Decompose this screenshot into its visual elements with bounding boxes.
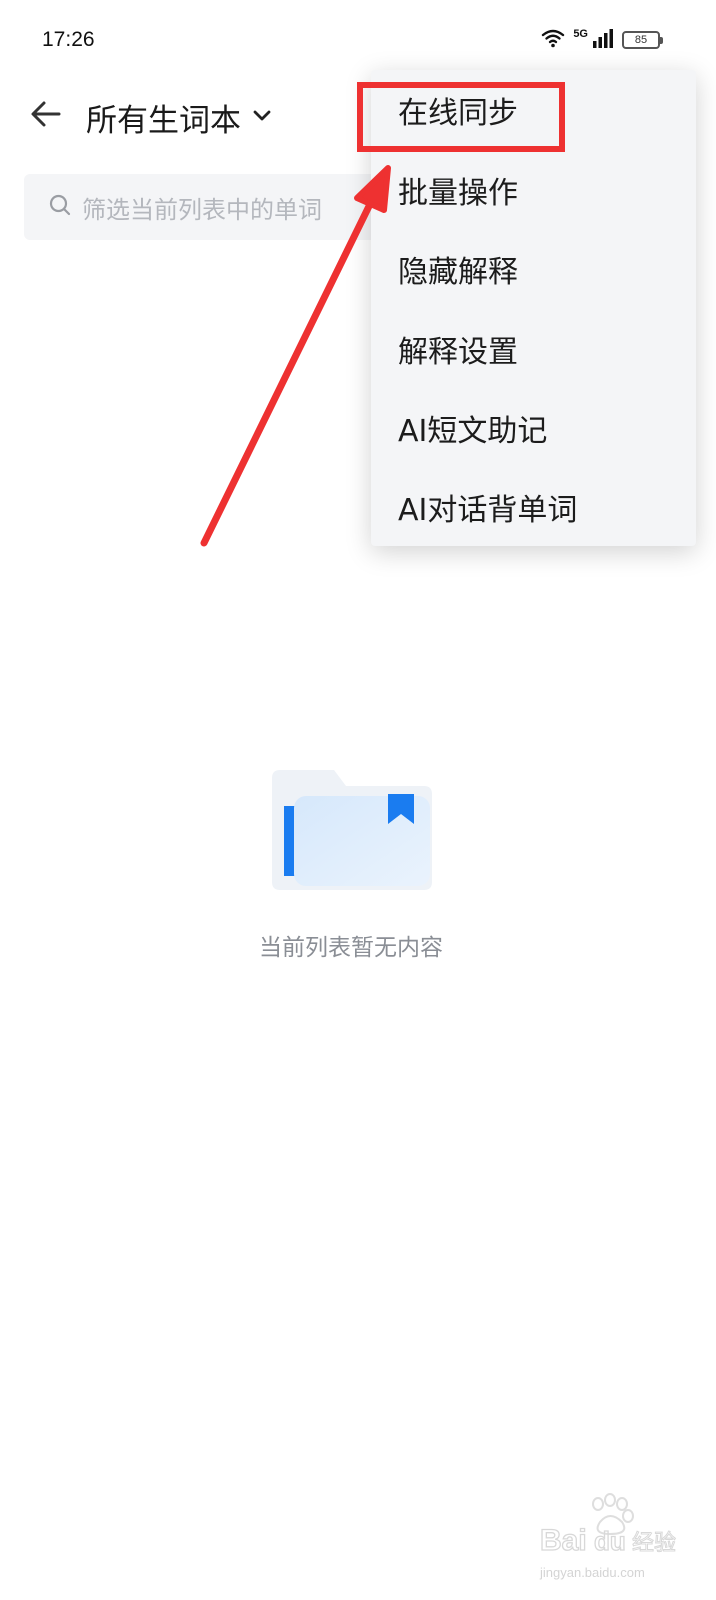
page-title: 所有生词本 [86,102,241,139]
baidu-jingyan-watermark: Bai du 经验 [538,1492,678,1572]
chevron-down-icon [251,104,273,130]
menu-item-ai-dialogue[interactable]: AI对话背单词 [398,477,577,537]
search-icon [48,193,72,221]
status-bar: 17:26 5G 85 [0,0,716,80]
menu-item-ai-short-text[interactable]: AI短文助记 [398,398,547,458]
menu-item-definition-settings[interactable]: 解释设置 [398,319,518,379]
svg-text:du: du [594,1526,626,1556]
back-button[interactable] [26,96,66,136]
status-time: 17:26 [42,28,95,51]
network-type: 5G [573,28,588,40]
arrow-left-icon [29,97,63,135]
svg-text:Bai: Bai [540,1524,587,1557]
wifi-icon [541,28,565,52]
watermark-url: jingyan.baidu.com [540,1565,645,1580]
svg-text:经验: 经验 [632,1531,676,1556]
signal-icon [592,28,614,52]
search-input[interactable]: 筛选当前列表中的单词 [24,174,384,240]
menu-item-hide-definition[interactable]: 隐藏解释 [398,239,518,299]
wordbook-selector[interactable]: 所有生词本 [86,94,273,140]
status-icons: 5G 85 [541,28,663,52]
empty-folder-icon [268,762,436,894]
annotation-highlight-box [357,82,565,152]
menu-item-batch-operation[interactable]: 批量操作 [398,160,518,220]
search-placeholder: 筛选当前列表中的单词 [82,195,322,224]
empty-state-text: 当前列表暂无内容 [259,935,443,961]
battery-level: 85 [634,34,648,46]
battery-icon: 85 [622,31,663,49]
